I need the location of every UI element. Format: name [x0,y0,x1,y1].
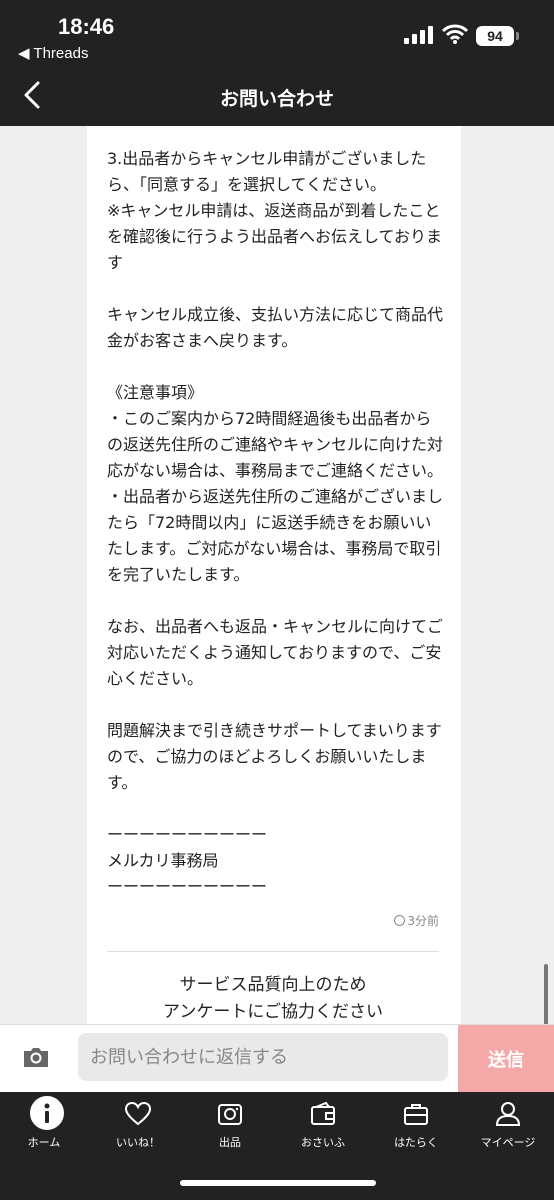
reply-input[interactable] [78,1033,448,1081]
battery-icon: 94 [476,26,514,46]
message-body: 3.出品者からキャンセル申請がございましたら、「同意する」を選択してください。 … [107,149,444,896]
wallet-icon [311,1101,335,1125]
scrollbar[interactable] [544,964,548,1024]
message-card: 3.出品者からキャンセル申請がございましたら、「同意する」を選択してください。 … [87,126,461,1024]
cellular-signal-icon [404,26,434,44]
tab-mypage-label: マイページ [480,1136,536,1149]
person-icon [495,1102,521,1126]
reply-bar: 送信 [0,1024,554,1093]
tab-wallet-label: おさいふ [301,1136,345,1149]
battery-tip [516,32,519,40]
clock-icon [394,915,406,926]
send-button[interactable]: 送信 [458,1025,554,1093]
timestamp-text: 3分前 [407,914,439,928]
status-bar: 18:46 ◀ Threads 94 [0,0,554,66]
survey-line-1: サービス品質向上のため [179,975,367,995]
status-time: 18:46 [58,14,115,39]
divider [107,951,439,952]
heart-icon [124,1101,152,1126]
tab-likes-label: いいね！ [116,1136,160,1149]
info-icon[interactable] [28,1094,66,1132]
tab-sell-label: 出品 [219,1136,241,1149]
briefcase-icon [404,1104,428,1125]
tab-mypage[interactable]: マイページ [462,1100,554,1156]
survey-line-2: アンケートにご協力ください [163,1002,383,1022]
camera-icon[interactable] [22,1045,50,1069]
camera-icon [218,1104,242,1125]
page-title: お問い合わせ [219,88,334,110]
conversation-area[interactable]: 3.出品者からキャンセル申請がございましたら、「同意する」を選択してください。 … [0,126,554,1024]
survey-prompt[interactable]: サービス品質向上のため アンケートにご協力ください [107,972,439,1024]
back-to-app-link[interactable]: ◀ Threads [18,44,88,62]
home-indicator [180,1180,376,1186]
tab-likes[interactable]: いいね！ [92,1100,184,1156]
message-timestamp: 3分前 [394,912,439,929]
tab-sell[interactable]: 出品 [184,1100,276,1156]
tab-work[interactable]: はたらく [370,1100,462,1156]
navigation-bar: お問い合わせ [0,66,554,126]
tab-work-label: はたらく [394,1136,438,1149]
tab-home-label: ホーム [27,1136,61,1149]
tab-wallet[interactable]: おさいふ [277,1100,369,1156]
wifi-icon [442,24,468,44]
